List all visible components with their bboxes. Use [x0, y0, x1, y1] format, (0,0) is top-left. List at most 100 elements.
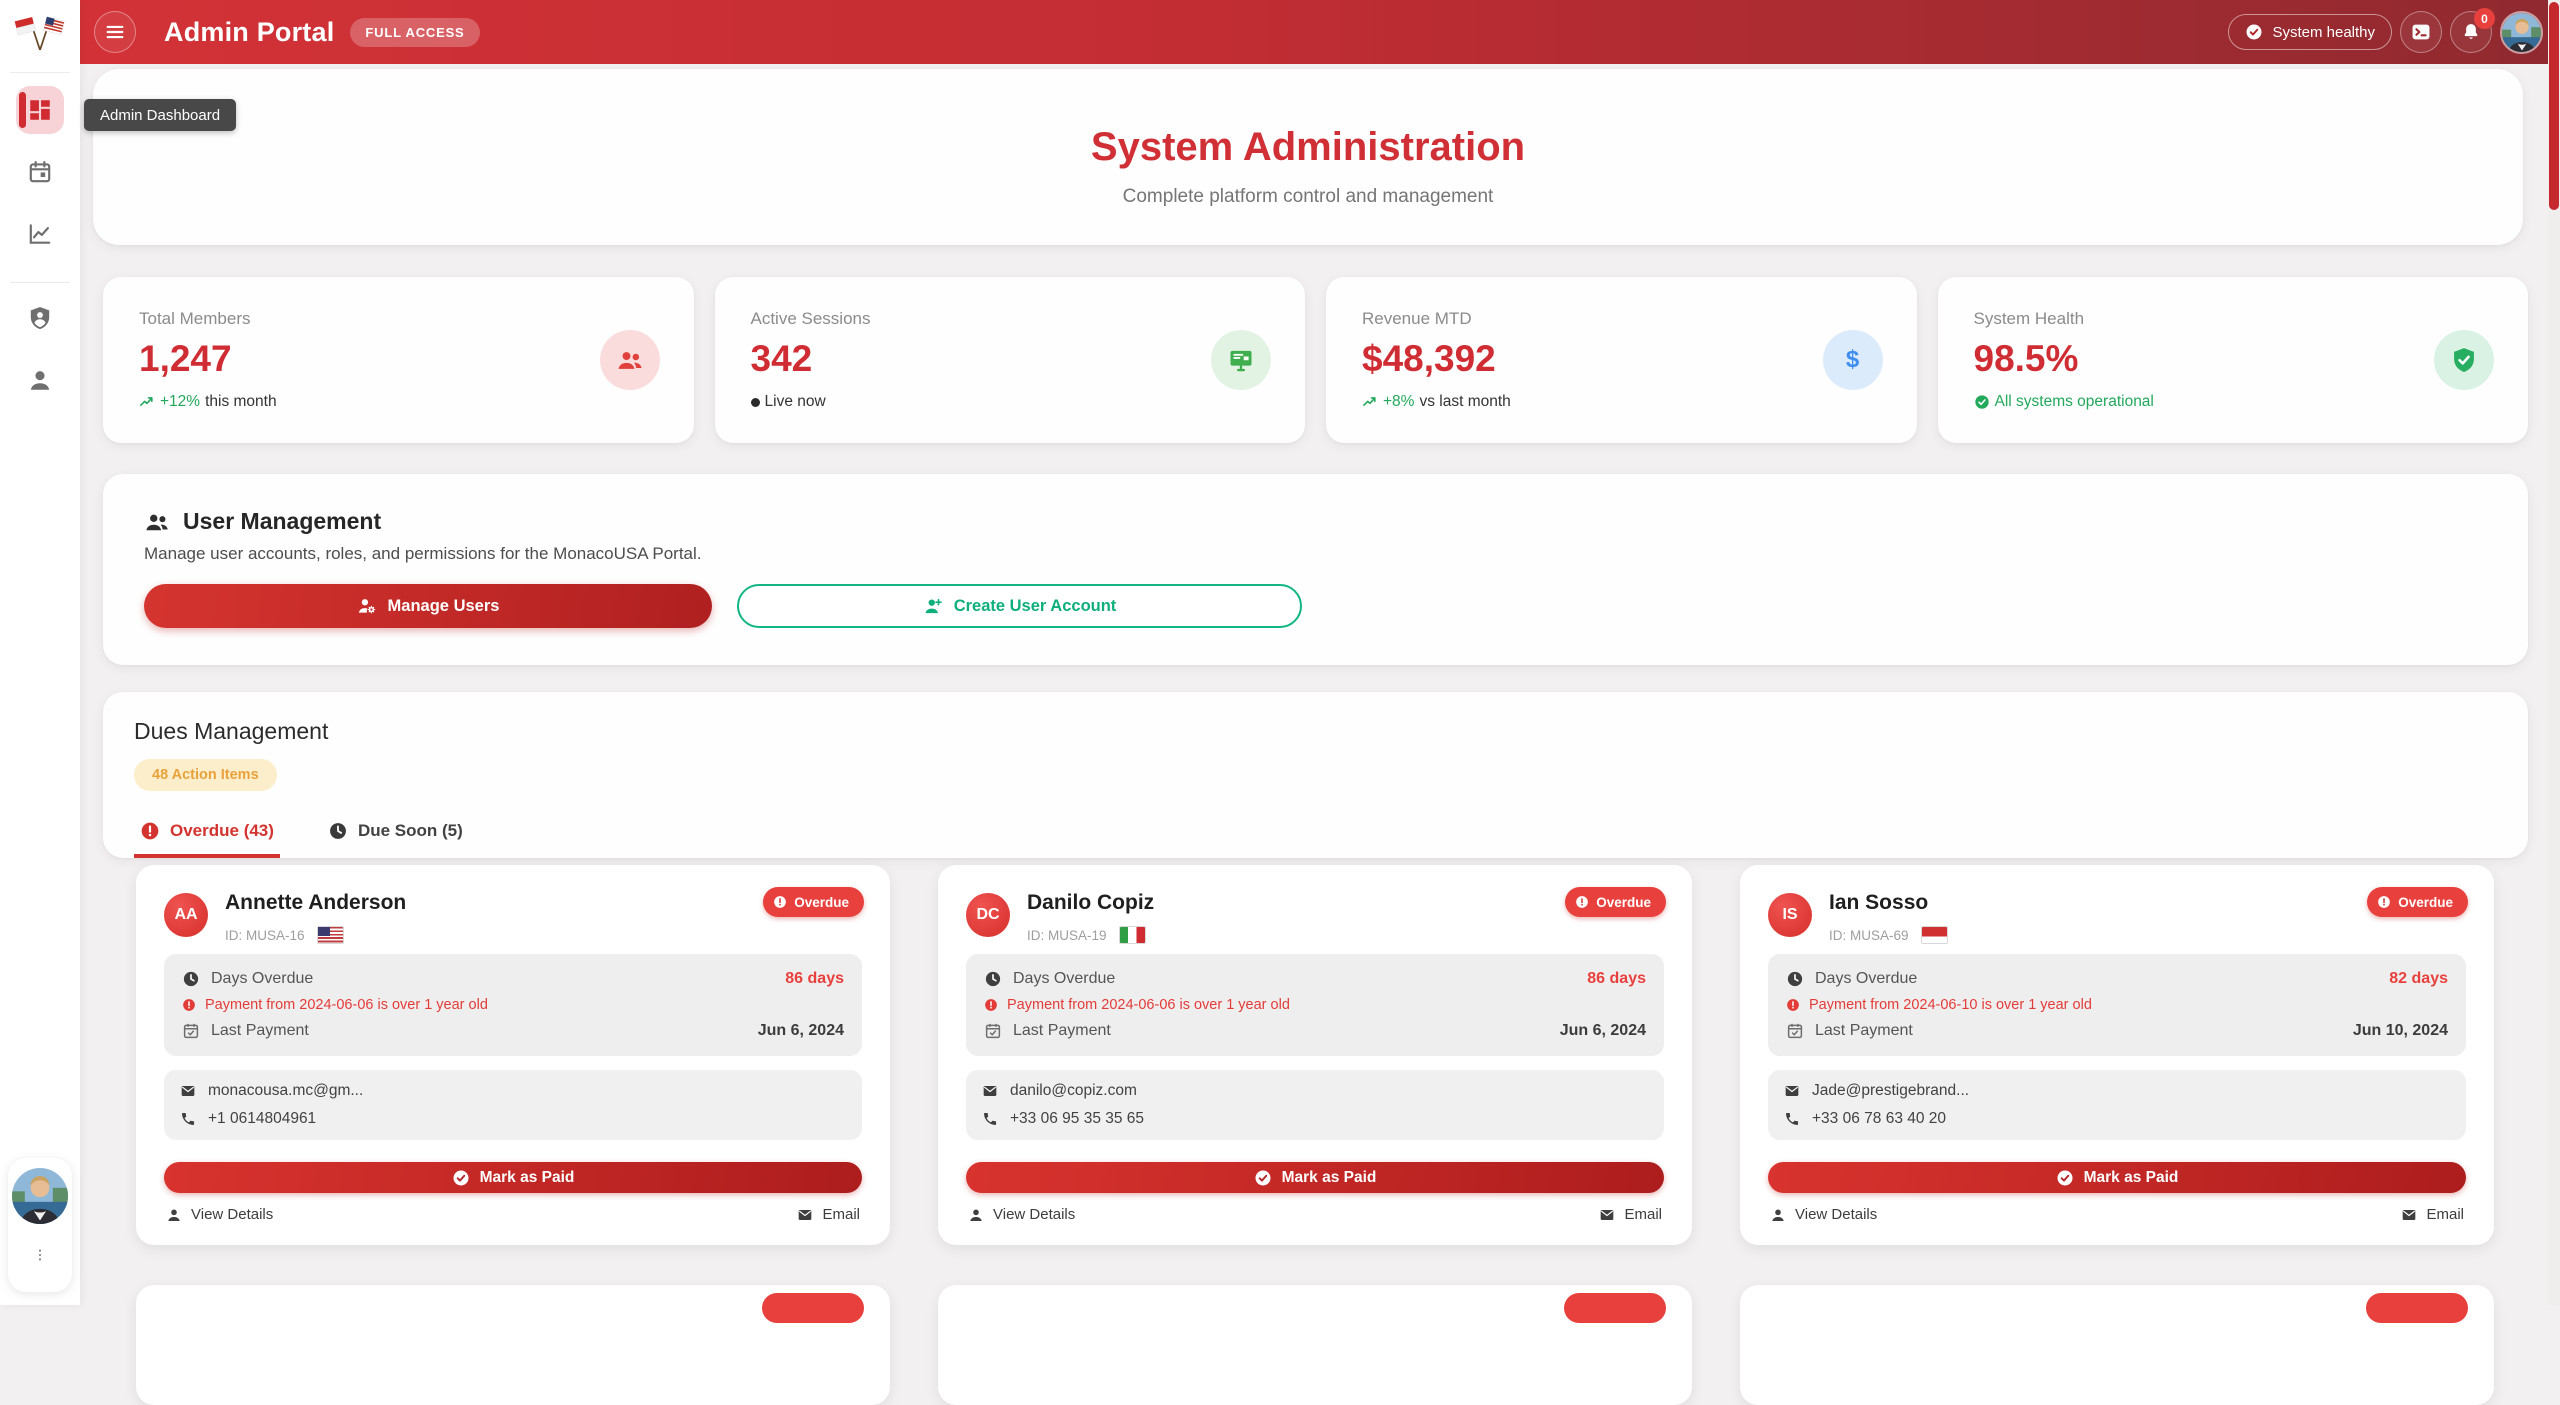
sidebar-item-profile[interactable] — [16, 356, 64, 404]
sidebar-item-calendar[interactable] — [16, 148, 64, 196]
alert-icon — [1575, 895, 1589, 909]
member-phone: +33 06 78 63 40 20 — [1812, 1110, 1946, 1128]
last-payment-date: Jun 6, 2024 — [758, 1022, 844, 1040]
mark-as-paid-button[interactable]: Mark as Paid — [164, 1162, 862, 1193]
mail-icon — [2401, 1207, 2417, 1223]
stat-note: this month — [205, 393, 277, 411]
tab-due-soon[interactable]: Due Soon (5) — [322, 821, 469, 858]
sidebar-item-admin[interactable] — [16, 294, 64, 342]
stat-value: 342 — [751, 338, 1270, 380]
status-badge: Overdue — [763, 887, 864, 917]
shield-check-icon — [2450, 346, 2478, 374]
member-card — [1740, 1285, 2494, 1405]
alert-icon — [984, 998, 998, 1012]
dashboard-grid-icon — [27, 97, 53, 123]
main-content: System Administration Complete platform … — [80, 64, 2548, 1305]
access-badge: FULL ACCESS — [350, 18, 479, 47]
mark-as-paid-button[interactable]: Mark as Paid — [1768, 1162, 2466, 1193]
terminal-button[interactable] — [2400, 11, 2442, 53]
contact-box: danilo@copiz.com +33 06 95 35 35 65 — [966, 1070, 1664, 1140]
clock-icon — [328, 821, 348, 841]
monitor-icon — [1227, 346, 1255, 374]
stat-value: $48,392 — [1362, 338, 1881, 380]
check-circle-icon — [1254, 1169, 1272, 1187]
scrollbar-thumb[interactable] — [2549, 2, 2559, 210]
system-health-pill[interactable]: System healthy — [2228, 14, 2392, 50]
check-circle-icon — [2245, 23, 2263, 41]
mail-icon — [982, 1083, 998, 1099]
members-icon-circle — [600, 330, 660, 390]
member-card: Overdue DC Danilo Copiz ID: MUSA-19 Days… — [938, 865, 1692, 1245]
profile-avatar[interactable] — [2500, 11, 2543, 54]
stat-card-revenue: Revenue MTD $48,392 +8% vs last month $ — [1326, 277, 1917, 443]
payment-warning: Payment from 2024-06-06 is over 1 year o… — [1007, 997, 1290, 1013]
stats-row: Total Members 1,247 +12% this month Acti… — [103, 277, 2528, 443]
manage-users-button[interactable]: Manage Users — [144, 584, 712, 628]
mail-icon — [797, 1207, 813, 1223]
stat-card-active-sessions: Active Sessions 342 Live now — [715, 277, 1306, 443]
dots-vertical-icon — [32, 1247, 48, 1263]
member-name: Ian Sosso — [1829, 891, 1948, 915]
stat-card-system-health: System Health 98.5% All systems operatio… — [1938, 277, 2529, 443]
sessions-icon-circle — [1211, 330, 1271, 390]
stat-card-total-members: Total Members 1,247 +12% this month — [103, 277, 694, 443]
sidebar-item-dashboard[interactable] — [16, 86, 64, 134]
health-icon-circle — [2434, 330, 2494, 390]
sidebar-divider — [10, 72, 70, 73]
member-phone: +33 06 95 35 35 65 — [1010, 1110, 1144, 1128]
email-button[interactable]: Email — [2399, 1202, 2466, 1227]
menu-button[interactable] — [94, 11, 136, 53]
stat-note: All systems operational — [1995, 393, 2154, 411]
dues-tabs: Overdue (43) Due Soon (5) — [134, 821, 469, 858]
stat-label: Total Members — [139, 309, 658, 329]
stat-label: System Health — [1974, 309, 2493, 329]
stat-label: Active Sessions — [751, 309, 1270, 329]
view-details-button[interactable]: View Details — [164, 1202, 275, 1227]
action-items-badge: 48 Action Items — [134, 759, 277, 791]
revenue-icon-circle: $ — [1823, 330, 1883, 390]
italy-flag-icon — [1119, 926, 1146, 944]
trend-up-icon — [1362, 394, 1378, 410]
contact-box: monacousa.mc@gm... +1 0614804961 — [164, 1070, 862, 1140]
calendar-check-icon — [1786, 1022, 1804, 1040]
section-title: User Management — [183, 508, 381, 535]
email-button[interactable]: Email — [795, 1202, 862, 1227]
user-avatar[interactable] — [12, 1168, 68, 1224]
system-health-label: System healthy — [2272, 24, 2375, 41]
create-user-account-button[interactable]: Create User Account — [737, 584, 1302, 628]
member-email: Jade@prestigebrand... — [1812, 1082, 1969, 1100]
person-icon — [968, 1207, 984, 1223]
sidebar-item-analytics[interactable] — [16, 210, 64, 258]
view-details-button[interactable]: View Details — [1768, 1202, 1879, 1227]
member-cards-row: Overdue AA Annette Anderson ID: MUSA-16 … — [136, 865, 2494, 1245]
stat-note: vs last month — [1419, 393, 1510, 411]
app-title: Admin Portal — [164, 17, 334, 48]
tab-overdue[interactable]: Overdue (43) — [134, 821, 280, 858]
mark-as-paid-button[interactable]: Mark as Paid — [966, 1162, 1664, 1193]
check-circle-icon — [2056, 1169, 2074, 1187]
stat-value: 1,247 — [139, 338, 658, 380]
shield-user-icon — [27, 305, 53, 331]
payment-warning: Payment from 2024-06-06 is over 1 year o… — [205, 997, 488, 1013]
page-scrollbar[interactable] — [2548, 0, 2560, 1305]
sidebar-tooltip: Admin Dashboard — [84, 99, 236, 131]
stat-change: +8% — [1383, 393, 1414, 411]
member-avatar: DC — [966, 893, 1010, 937]
member-id: ID: MUSA-19 — [1027, 928, 1107, 943]
calendar-check-icon — [182, 1022, 200, 1040]
status-badge — [2366, 1293, 2468, 1323]
view-details-button[interactable]: View Details — [966, 1202, 1077, 1227]
member-id: ID: MUSA-16 — [225, 928, 305, 943]
overdue-info-box: Days Overdue 86 days Payment from 2024-0… — [966, 954, 1664, 1056]
us-flag-icon — [317, 926, 344, 944]
email-button[interactable]: Email — [1597, 1202, 1664, 1227]
mail-icon — [1599, 1207, 1615, 1223]
member-card — [938, 1285, 1692, 1405]
calendar-check-icon — [984, 1022, 1002, 1040]
member-avatar: IS — [1768, 893, 1812, 937]
check-circle-icon — [1974, 394, 1990, 410]
notifications-button[interactable]: 0 — [2450, 11, 2492, 53]
user-plus-icon — [923, 596, 943, 616]
more-menu-button[interactable] — [26, 1246, 54, 1267]
member-cards-row-next — [136, 1285, 2494, 1405]
